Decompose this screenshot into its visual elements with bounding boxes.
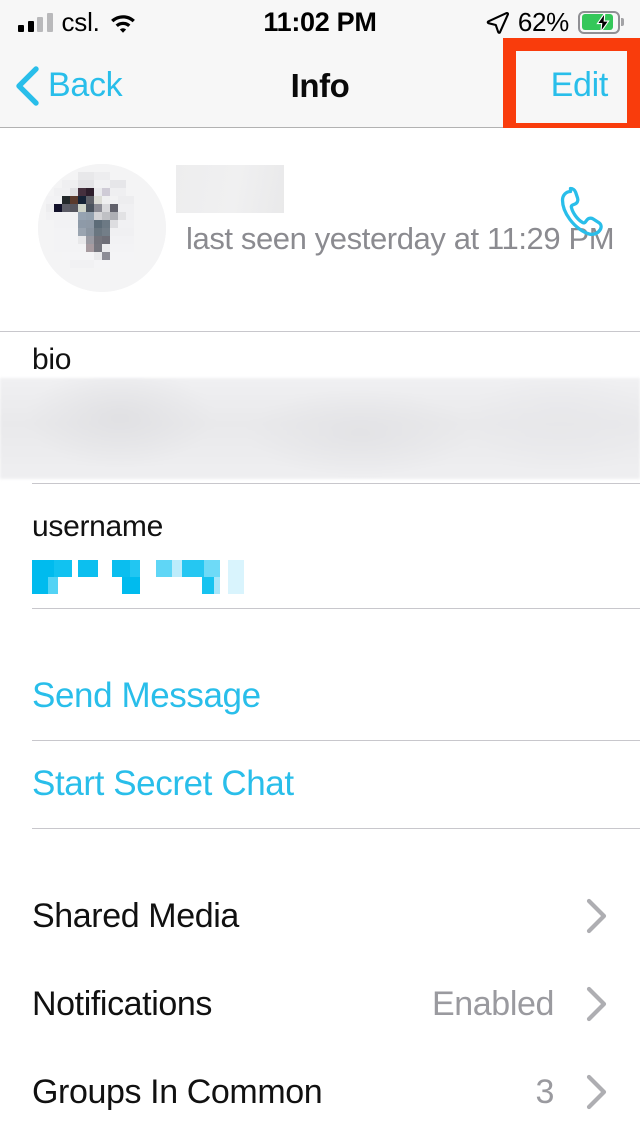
status-bar-right: 62% xyxy=(485,0,624,44)
shared-media-label: Shared Media xyxy=(32,896,239,935)
chevron-right-icon xyxy=(586,1074,608,1110)
groups-in-common-row[interactable]: Groups In Common 3 xyxy=(0,1048,640,1136)
send-message-action[interactable]: Send Message xyxy=(32,676,261,716)
telegram-contact-info-screen: csl. 11:02 PM 62% Back Info Edit last se… xyxy=(0,0,640,1136)
notifications-row[interactable]: Notifications Enabled xyxy=(0,960,640,1048)
battery-charging-icon xyxy=(578,10,624,34)
avatar[interactable] xyxy=(38,164,166,292)
chevron-right-icon xyxy=(586,986,608,1022)
chevron-right-icon xyxy=(586,898,608,934)
groups-in-common-label: Groups In Common xyxy=(32,1072,323,1111)
phone-handset-icon[interactable] xyxy=(554,184,612,242)
last-seen-label: last seen yesterday at 11:29 PM xyxy=(186,221,615,256)
page-title: Info xyxy=(290,66,350,104)
notifications-value: Enabled xyxy=(432,984,554,1023)
contact-name-redaction xyxy=(176,165,284,213)
navigation-bar: Back Info Edit xyxy=(0,44,640,128)
groups-in-common-value: 3 xyxy=(535,1072,554,1111)
divider-username-bottom xyxy=(32,608,640,609)
username-label: username xyxy=(32,510,164,543)
profile-header: last seen yesterday at 11:29 PM xyxy=(0,128,640,331)
location-arrow-icon xyxy=(485,10,509,34)
notifications-label: Notifications xyxy=(32,984,212,1023)
battery-percent-label: 62% xyxy=(517,6,569,37)
bio-label: bio xyxy=(32,343,72,376)
username-value-redaction[interactable] xyxy=(32,560,244,594)
bio-value-redaction xyxy=(0,378,640,479)
start-secret-chat-action[interactable]: Start Secret Chat xyxy=(32,764,294,804)
status-bar: csl. 11:02 PM 62% xyxy=(0,0,640,44)
divider-send-message-bottom xyxy=(32,740,640,741)
shared-media-row[interactable]: Shared Media xyxy=(0,872,640,960)
edit-button[interactable]: Edit xyxy=(551,44,609,127)
clock-label: 11:02 PM xyxy=(263,6,377,37)
divider-profile-bottom xyxy=(0,331,640,332)
divider-bio-bottom xyxy=(32,483,640,484)
divider-secret-chat-bottom xyxy=(32,828,640,829)
